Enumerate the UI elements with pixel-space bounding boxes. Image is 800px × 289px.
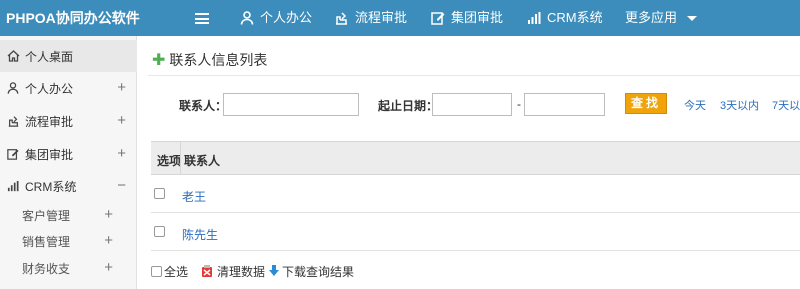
workflow-icon	[336, 12, 347, 25]
expand-icon[interactable]: +	[104, 233, 113, 248]
main-content: ✚ 联系人信息列表 联系人： 起止日期： - 查找 今天 3天以内 7天以内 选…	[138, 36, 800, 289]
nav-label: CRM系统	[547, 10, 603, 25]
add-icon[interactable]: ✚	[152, 50, 165, 70]
expand-icon[interactable]: +	[104, 207, 113, 222]
nav-workflow[interactable]: 流程审批	[334, 0, 407, 36]
divider	[148, 75, 800, 76]
expand-icon[interactable]: +	[117, 146, 126, 161]
menu-toggle-icon[interactable]	[195, 13, 209, 24]
sidebar-item-crm[interactable]: CRM系统 −	[0, 170, 137, 202]
clear-data-link[interactable]: 清理数据	[217, 263, 265, 280]
table-row: 陈先生	[151, 213, 800, 251]
search-form: 联系人： 起止日期： - 查找 今天 3天以内 7天以内	[138, 92, 800, 116]
expand-icon[interactable]: +	[117, 113, 126, 128]
quick-link-today[interactable]: 今天	[684, 97, 706, 113]
row-checkbox[interactable]	[154, 188, 165, 199]
sidebar-item-label: CRM系统	[25, 179, 77, 194]
collapse-icon[interactable]: −	[117, 178, 126, 193]
sidebar-item-label: 流程审批	[25, 114, 74, 129]
sidebar-item-personal-office[interactable]: 个人办公 +	[0, 72, 137, 104]
sidebar: 个人桌面 个人办公 + 流程审批 + 集团审批 + CRM系统 − 客户管理 +…	[0, 36, 137, 289]
table-row: 老王	[151, 175, 800, 213]
caret-down-icon	[687, 15, 698, 21]
bar-chart-icon	[528, 11, 541, 24]
nav-personal-office[interactable]: 个人办公	[240, 0, 312, 36]
page-title-text: 联系人信息列表	[169, 52, 268, 68]
page-title: ✚ 联系人信息列表	[152, 50, 267, 70]
contact-input[interactable]	[223, 93, 359, 116]
app-brand[interactable]: PHPOA协同办公软件	[0, 0, 150, 36]
quick-link-7days[interactable]: 7天以内	[772, 97, 800, 113]
sidebar-subitem-finance[interactable]: 财务收支 +	[0, 255, 137, 281]
date-range-label: 起止日期：	[378, 99, 439, 113]
column-header-contact: 联系人	[184, 154, 221, 168]
date-separator: -	[517, 97, 521, 111]
bar-chart-icon	[5, 180, 21, 192]
contact-link[interactable]: 陈先生	[182, 226, 218, 243]
user-icon	[240, 11, 254, 25]
user-icon	[5, 82, 21, 94]
nav-label: 集团审批	[451, 10, 504, 25]
sidebar-subitem-sales[interactable]: 销售管理 +	[0, 228, 137, 254]
contact-link[interactable]: 老王	[182, 188, 206, 205]
edit-icon	[431, 12, 445, 25]
sidebar-item-label: 集团审批	[25, 147, 74, 162]
sidebar-subitem-label: 销售管理	[22, 234, 71, 249]
table-footer: 全选 清理数据 下载查询结果	[151, 263, 354, 279]
download-results-link[interactable]: 下载查询结果	[282, 263, 354, 280]
sidebar-item-desktop[interactable]: 个人桌面	[0, 40, 137, 72]
nav-crm[interactable]: CRM系统	[527, 0, 603, 36]
sidebar-item-label: 个人桌面	[25, 49, 74, 64]
row-checkbox[interactable]	[154, 226, 165, 237]
select-all-checkbox[interactable]	[151, 265, 162, 277]
download-icon	[269, 265, 280, 277]
clear-data-icon	[200, 264, 214, 278]
workflow-icon	[5, 115, 21, 127]
nav-label: 个人办公	[260, 10, 313, 25]
sidebar-item-workflow[interactable]: 流程审批 +	[0, 105, 137, 137]
edit-icon	[5, 148, 21, 160]
date-from-input[interactable]	[432, 93, 512, 116]
quick-link-3days[interactable]: 3天以内	[720, 97, 759, 113]
home-icon	[5, 50, 21, 62]
sidebar-subitem-label: 财务收支	[22, 261, 71, 276]
select-all-label: 全选	[164, 264, 189, 279]
column-header-options: 选项	[157, 154, 182, 168]
nav-label: 更多应用	[625, 10, 678, 25]
table-header: 选项 联系人	[151, 141, 800, 175]
nav-more-apps[interactable]: 更多应用	[625, 0, 698, 36]
expand-icon[interactable]: +	[117, 80, 126, 95]
sidebar-item-label: 个人办公	[25, 81, 74, 96]
sidebar-subitem-label: 客户管理	[22, 208, 71, 223]
nav-group-approval[interactable]: 集团审批	[431, 0, 503, 36]
sidebar-subitem-customer[interactable]: 客户管理 +	[0, 202, 137, 228]
sidebar-item-group-approval[interactable]: 集团审批 +	[0, 138, 137, 170]
date-to-input[interactable]	[524, 93, 605, 116]
expand-icon[interactable]: +	[104, 260, 113, 275]
contact-label: 联系人：	[179, 99, 228, 113]
top-navbar: PHPOA协同办公软件 个人办公 流程审批 集团审批 CRM系统 更多应用	[0, 0, 800, 36]
find-button[interactable]: 查找	[625, 93, 667, 114]
nav-label: 流程审批	[355, 10, 408, 25]
